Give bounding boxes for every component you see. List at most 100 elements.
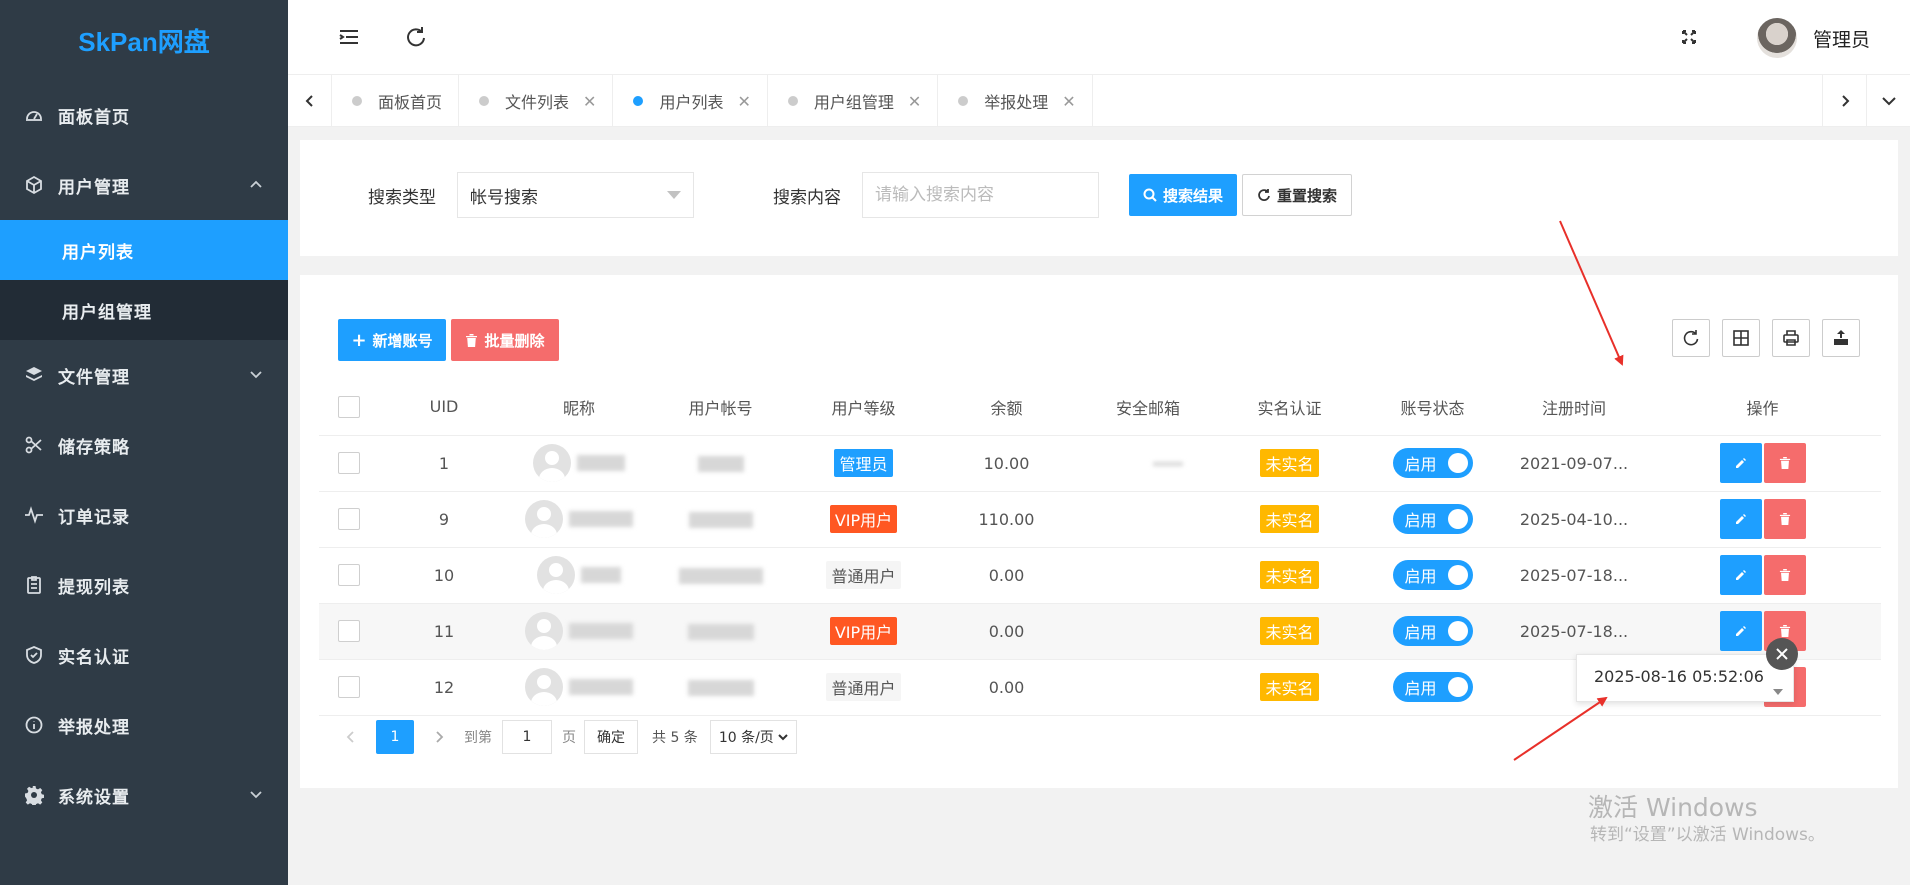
sidebar-item-label: 面板首页	[58, 107, 130, 128]
column-header[interactable]: UID	[379, 379, 509, 436]
sidebar-item-realname[interactable]: 实名认证	[0, 620, 288, 690]
status-toggle[interactable]: 启用	[1392, 672, 1473, 702]
brand-logo[interactable]: SkPan网盘	[0, 0, 288, 80]
status-toggle[interactable]: 启用	[1392, 560, 1473, 590]
tab-file-list[interactable]: 文件列表 ✕	[459, 75, 614, 127]
table-refresh-button[interactable]	[1672, 319, 1710, 357]
sidebar-item-dashboard[interactable]: 面板首页	[0, 80, 288, 150]
edit-button[interactable]	[1719, 555, 1762, 595]
status-cell: 启用	[1361, 435, 1504, 492]
status-toggle[interactable]: 启用	[1392, 616, 1473, 646]
page-number-current[interactable]: 1	[376, 720, 414, 754]
redacted-text	[568, 511, 633, 527]
close-icon[interactable]: ✕	[908, 92, 921, 111]
tab-menu-dropdown[interactable]	[1866, 75, 1910, 127]
select-all-checkbox[interactable]	[338, 395, 360, 418]
reg-time-cell[interactable]: 2025-04-10...	[1504, 491, 1644, 548]
column-header[interactable]: 用户帐号	[649, 379, 792, 436]
sidebar-item-user-list[interactable]: 用户列表	[0, 220, 288, 280]
close-icon[interactable]: ✕	[583, 92, 596, 111]
refresh-icon	[1683, 330, 1699, 346]
row-checkbox[interactable]	[338, 676, 360, 698]
goto-confirm-button[interactable]: 确定	[584, 720, 638, 754]
delete-button[interactable]	[1763, 499, 1806, 539]
reg-time-cell[interactable]: 2021-09-07...	[1504, 435, 1644, 492]
tab-user-groups[interactable]: 用户组管理 ✕	[768, 75, 939, 127]
edit-button[interactable]	[1719, 443, 1762, 483]
column-header[interactable]: 昵称	[509, 379, 649, 436]
row-checkbox[interactable]	[338, 564, 360, 586]
tab-dot-icon	[633, 96, 644, 106]
actions-cell	[1644, 603, 1881, 660]
row-checkbox[interactable]	[338, 452, 360, 474]
column-header[interactable]: 余额	[935, 379, 1078, 436]
nickname-cell	[509, 659, 649, 716]
row-select-cell	[319, 659, 379, 716]
export-button[interactable]	[1822, 319, 1860, 357]
level-badge: VIP用户	[829, 505, 898, 533]
delete-button[interactable]	[1763, 555, 1806, 595]
search-type-select[interactable]: 帐号搜索	[457, 172, 694, 218]
edit-button[interactable]	[1719, 499, 1762, 539]
clipboard-icon	[24, 575, 44, 595]
tab-reports[interactable]: 举报处理 ✕	[938, 75, 1093, 127]
status-toggle-label: 启用	[1404, 567, 1437, 586]
reset-button-label: 重置搜索	[1276, 186, 1337, 205]
menu-toggle-icon[interactable]	[336, 24, 362, 50]
column-header[interactable]: 用户等级	[792, 379, 935, 436]
column-header[interactable]: 安全邮箱	[1078, 379, 1218, 436]
realname-badge: 未实名	[1260, 449, 1319, 477]
sidebar-item-file-management[interactable]: 文件管理	[0, 340, 288, 410]
page-size-select[interactable]: 10 条/页	[709, 720, 797, 754]
sidebar-item-label: 文件管理	[58, 367, 130, 388]
batch-delete-button[interactable]: 批量删除	[451, 319, 559, 361]
activation-watermark-title: 激活 Windows	[1588, 793, 1758, 822]
column-filter-button[interactable]	[1722, 319, 1760, 357]
sidebar-item-orders[interactable]: 订单记录	[0, 480, 288, 550]
fullscreen-icon[interactable]	[1676, 24, 1702, 50]
status-toggle[interactable]: 启用	[1392, 504, 1473, 534]
reg-time-cell[interactable]: 2025-07-18...	[1504, 603, 1644, 660]
next-page-icon[interactable]	[422, 720, 456, 754]
tab-scroll-right[interactable]	[1822, 75, 1866, 127]
tab-dashboard[interactable]: 面板首页	[332, 75, 460, 127]
tab-scroll-left[interactable]	[288, 75, 332, 127]
search-button[interactable]: 搜索结果	[1129, 174, 1237, 216]
close-icon[interactable]: ✕	[1062, 92, 1075, 111]
redacted-text	[678, 568, 763, 584]
user-menu[interactable]: 管理员	[1756, 18, 1870, 58]
balance-cell: 0.00	[935, 603, 1078, 660]
add-account-button[interactable]: + 新增账号	[338, 319, 446, 361]
tooltip-close-button[interactable]	[1766, 638, 1798, 670]
sidebar-item-settings[interactable]: 系统设置	[0, 760, 288, 830]
realname-cell: 未实名	[1218, 547, 1361, 604]
prev-page-icon[interactable]	[334, 720, 368, 754]
refresh-icon[interactable]	[403, 24, 429, 50]
goto-page-input[interactable]	[502, 720, 552, 754]
reg-time-cell[interactable]: 2025-07-18...	[1504, 547, 1644, 604]
sidebar-item-withdrawals[interactable]: 提现列表	[0, 550, 288, 620]
user-name: 管理员	[1812, 28, 1870, 51]
sidebar-item-storage-policy[interactable]: 储存策略	[0, 410, 288, 480]
sidebar-item-reports[interactable]: 举报处理	[0, 690, 288, 760]
delete-button[interactable]	[1763, 443, 1806, 483]
tab-user-list[interactable]: 用户列表 ✕	[613, 75, 768, 127]
print-button[interactable]	[1772, 319, 1810, 357]
row-checkbox[interactable]	[338, 508, 360, 530]
realname-badge: 未实名	[1260, 561, 1319, 589]
column-header[interactable]: 实名认证	[1218, 379, 1361, 436]
sidebar-item-user-management[interactable]: 用户管理	[0, 150, 288, 220]
close-icon[interactable]: ✕	[737, 92, 750, 111]
reset-button[interactable]: 重置搜索	[1242, 174, 1352, 216]
row-checkbox[interactable]	[338, 620, 360, 642]
edit-button[interactable]	[1719, 611, 1762, 651]
email-cell	[1078, 435, 1218, 492]
page-unit-label: 页	[562, 730, 576, 746]
account-cell	[649, 491, 792, 548]
search-input[interactable]	[862, 172, 1099, 218]
sidebar-item-user-groups[interactable]: 用户组管理	[0, 280, 288, 340]
column-header[interactable]: 账号状态	[1361, 379, 1504, 436]
status-toggle[interactable]: 启用	[1392, 448, 1473, 478]
column-header[interactable]: 注册时间	[1504, 379, 1644, 436]
status-toggle-label: 启用	[1404, 511, 1437, 530]
